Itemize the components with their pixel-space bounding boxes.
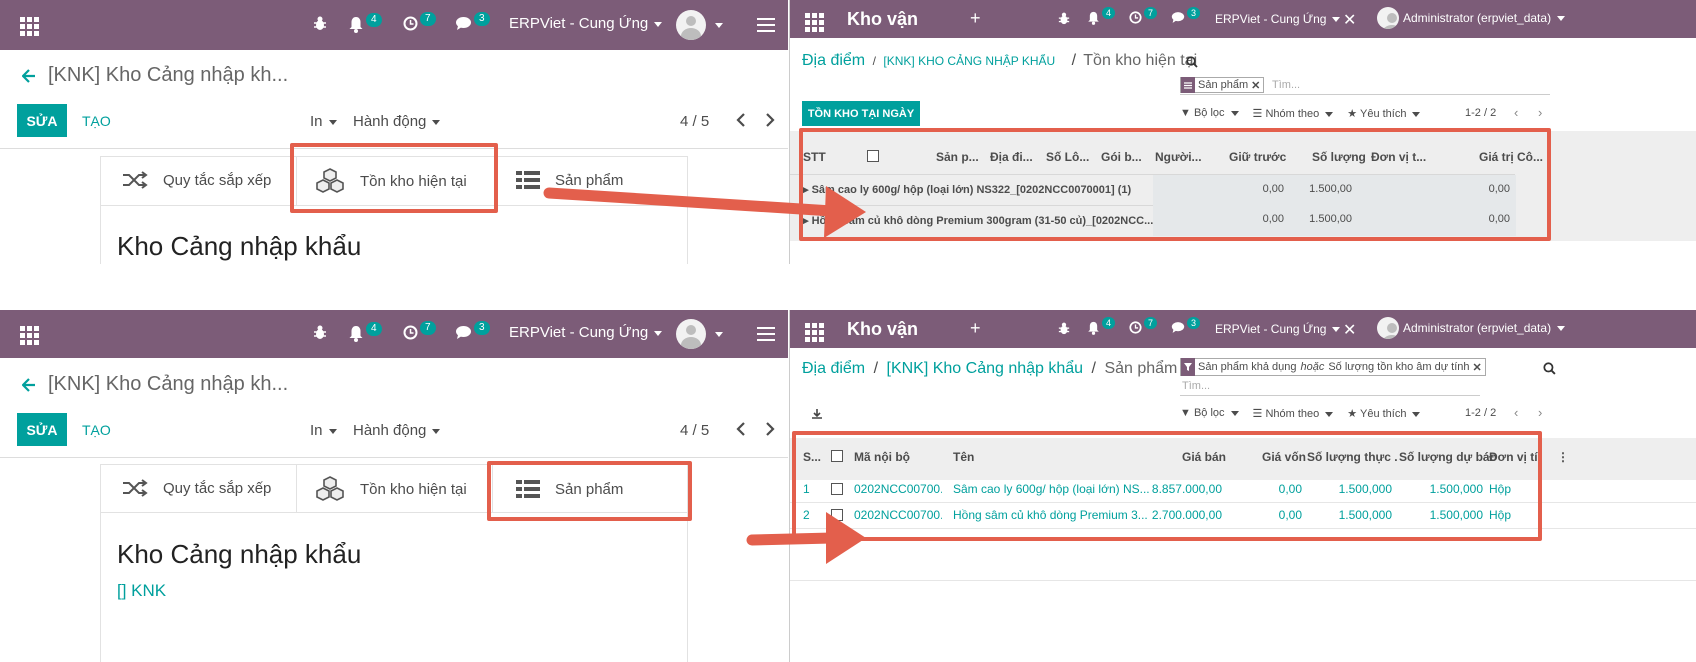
arrow-head: [826, 512, 866, 564]
arrow-to-product-table: [746, 532, 838, 546]
arrow-head: [824, 186, 866, 238]
arrow-to-stock-table: [543, 187, 838, 217]
annotation-arrows: [543, 186, 866, 564]
composite-screenshot: 4 7 3 ERPViet - Cung Ứng [KNK] Kho Cảng …: [0, 0, 1696, 662]
